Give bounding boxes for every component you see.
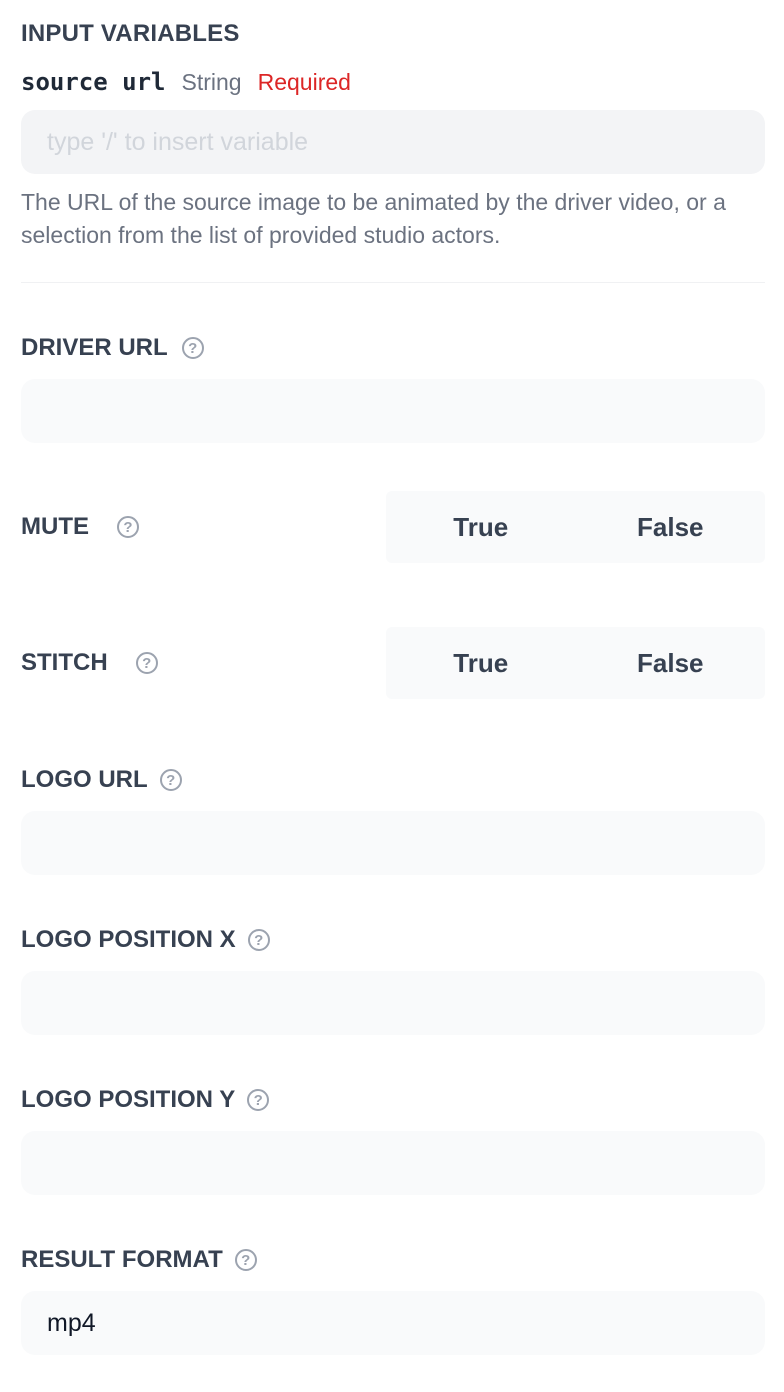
logo-position-y-input[interactable] — [21, 1131, 765, 1195]
mute-label: MUTE ? — [21, 512, 139, 542]
mute-toggle: True False — [386, 491, 765, 563]
source-url-input[interactable]: type '/' to insert variable — [21, 110, 765, 174]
stitch-label-text: STITCH — [21, 649, 108, 676]
source-url-description: The URL of the source image to be animat… — [21, 189, 726, 248]
stitch-false-option[interactable]: False — [576, 627, 766, 699]
help-icon[interactable]: ? — [234, 1249, 257, 1271]
result-format-label: RESULT FORMAT ? — [21, 1245, 257, 1275]
driver-url-label-text: DRIVER URL — [21, 334, 168, 361]
mute-false-option[interactable]: False — [576, 491, 766, 563]
stitch-label: STITCH ? — [21, 648, 158, 678]
logo-position-x-label: LOGO POSITION X ? — [21, 925, 270, 955]
help-icon[interactable]: ? — [247, 929, 270, 951]
stitch-toggle: True False — [386, 627, 765, 699]
logo-position-x-input[interactable] — [21, 971, 765, 1035]
help-icon[interactable]: ? — [181, 337, 204, 359]
help-icon[interactable]: ? — [159, 769, 182, 791]
logo-url-input[interactable] — [21, 811, 765, 875]
source-url-header: source url String Required — [21, 68, 351, 96]
logo-position-y-label: LOGO POSITION Y ? — [21, 1085, 270, 1115]
divider — [21, 282, 765, 283]
section-title: INPUT VARIABLES — [21, 20, 240, 47]
mute-true-option[interactable]: True — [386, 491, 576, 563]
required-badge: Required — [257, 69, 351, 95]
driver-url-input[interactable] — [21, 379, 765, 443]
mute-label-text: MUTE — [21, 513, 89, 540]
help-icon[interactable]: ? — [247, 1089, 270, 1111]
driver-url-label: DRIVER URL ? — [21, 333, 204, 363]
help-icon[interactable]: ? — [117, 516, 139, 538]
logo-position-y-label-text: LOGO POSITION Y — [21, 1086, 236, 1113]
result-format-input[interactable]: mp4 — [21, 1291, 765, 1355]
result-format-label-text: RESULT FORMAT — [21, 1246, 223, 1273]
source-url-name: source url — [21, 68, 166, 96]
logo-url-label-text: LOGO URL — [21, 766, 148, 793]
logo-position-x-label-text: LOGO POSITION X — [21, 926, 236, 953]
logo-url-label: LOGO URL ? — [21, 765, 182, 795]
stitch-true-option[interactable]: True — [386, 627, 576, 699]
source-url-type: String — [181, 69, 242, 95]
help-icon[interactable]: ? — [135, 652, 158, 674]
